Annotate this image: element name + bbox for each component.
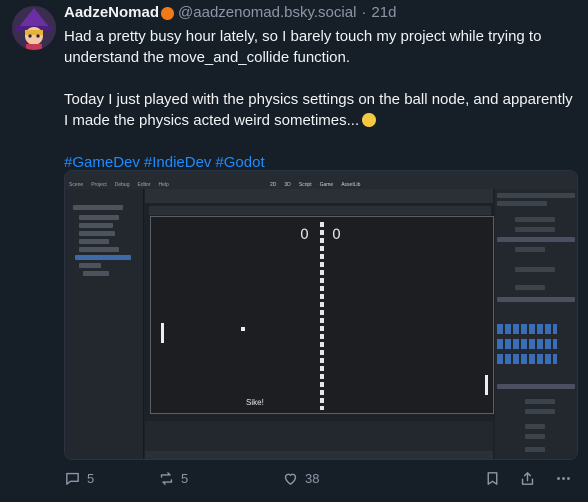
ball: [241, 327, 245, 331]
workspace-tabs: 2D 3D Script Game AssetLib: [270, 182, 360, 188]
menu-scene: Scene: [69, 181, 84, 188]
reply-button[interactable]: 5: [64, 470, 94, 487]
tab-2d: 2D: [270, 181, 277, 188]
inspector-dock: [495, 189, 577, 459]
author-name[interactable]: AadzeNomad: [64, 4, 159, 21]
post-text: Had a pretty busy hour lately, so I bare…: [64, 26, 576, 173]
more-icon: [557, 477, 570, 480]
avatar[interactable]: [12, 6, 56, 50]
repost-count: 5: [181, 471, 189, 486]
laughing-emoji-icon: [362, 113, 377, 127]
like-button[interactable]: 38: [282, 470, 319, 487]
repost-button[interactable]: 5: [158, 470, 188, 487]
more-options-button[interactable]: [555, 470, 572, 487]
share-button[interactable]: [519, 470, 536, 487]
hashtag-indiedev[interactable]: #IndieDev: [144, 154, 212, 171]
right-paddle: [485, 375, 488, 395]
author-handle[interactable]: @aadzenomad.bsky.social: [178, 4, 356, 21]
menu-editor: Editor: [137, 181, 151, 188]
post-paragraph-1: Had a pretty busy hour lately, so I bare…: [64, 28, 542, 66]
reply-count: 5: [87, 471, 95, 486]
menu-debug: Debug: [114, 181, 130, 188]
post-header: AadzeNomad @aadzenomad.bsky.social · 21d: [64, 4, 396, 21]
bookmark-icon: [487, 472, 498, 485]
editor-titlebar: [65, 171, 577, 180]
attached-screenshot[interactable]: Scene Project Debug Editor Help 2D 3D Sc…: [64, 170, 578, 460]
pumpkin-emoji-icon: [161, 7, 175, 20]
score-right: 0: [332, 227, 341, 243]
tab-script: Script: [298, 181, 312, 188]
share-icon: [521, 472, 534, 485]
viewport-toolbar: [149, 206, 491, 215]
tab-game: Game: [319, 181, 334, 188]
separator: ·: [361, 4, 367, 21]
bookmark-button[interactable]: [484, 470, 501, 487]
output-panel: [145, 421, 493, 451]
bottom-status-bar: [145, 451, 493, 459]
like-count: 38: [305, 471, 320, 486]
menu-help: Help: [158, 181, 169, 188]
post-actions: 5 5 38: [0, 470, 588, 490]
game-viewport: 0 0 Sike!: [150, 216, 494, 414]
post-time[interactable]: 21d: [371, 4, 396, 21]
editor-menu-bar: Scene Project Debug Editor Help 2D 3D Sc…: [65, 180, 577, 189]
scene-dock: [65, 189, 144, 459]
menu-project: Project: [91, 181, 107, 188]
reply-icon: [66, 472, 79, 485]
post-paragraph-2: Today I just played with the physics set…: [64, 91, 573, 129]
game-message: Sike!: [246, 398, 264, 407]
editor-tabs-bar: [145, 189, 493, 203]
hashtag-godot[interactable]: #Godot: [215, 154, 264, 171]
score-left: 0: [300, 227, 309, 243]
center-net: [320, 222, 324, 410]
like-icon: [284, 473, 297, 485]
hashtag-gamedev[interactable]: #GameDev: [64, 154, 140, 171]
tab-assetlib: AssetLib: [341, 181, 361, 188]
left-paddle: [161, 323, 164, 343]
tab-3d: 3D: [284, 181, 291, 188]
repost-icon: [160, 472, 173, 485]
